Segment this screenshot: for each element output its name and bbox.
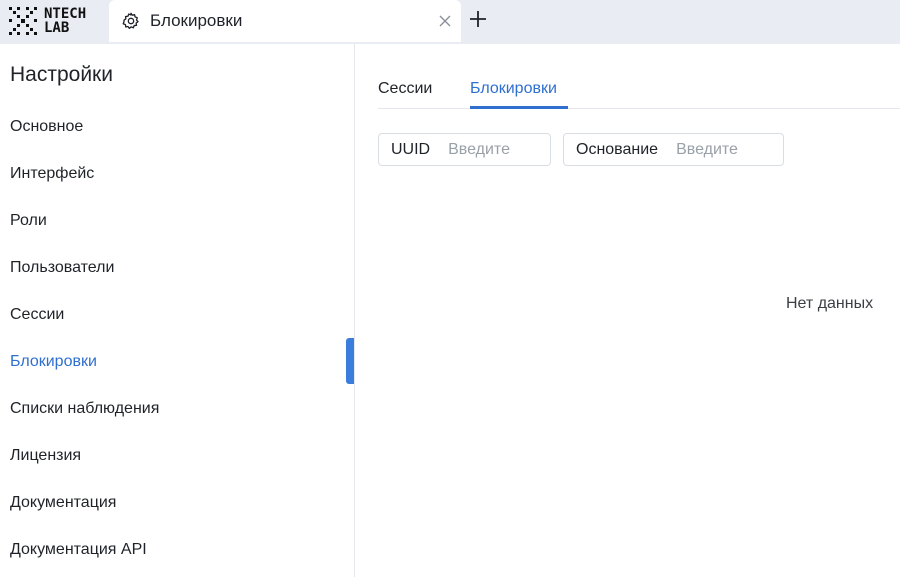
sidebar-item-documentation[interactable]: Документация	[10, 494, 116, 512]
sidebar-item-api-docs[interactable]: Документация API	[10, 541, 147, 559]
reason-input[interactable]	[676, 140, 757, 159]
active-item-indicator	[346, 338, 354, 384]
ntechlab-logo[interactable]: NTECH LAB	[8, 5, 90, 37]
sidebar-item-blocklist[interactable]: Блокировки	[10, 353, 97, 371]
uuid-filter-label: UUID	[391, 140, 431, 158]
empty-state-text: Нет данных	[786, 295, 874, 312]
main-content: Сессии Блокировки UUID Основание Нет дан…	[355, 44, 900, 577]
active-tab-underline	[470, 106, 568, 109]
tabs-divider	[378, 108, 900, 109]
reason-filter-label: Основание	[576, 140, 659, 158]
logo-text: NTECH LAB	[44, 7, 86, 35]
sidebar-item-users[interactable]: Пользователи	[10, 259, 114, 277]
logo-line-2: LAB	[44, 20, 70, 36]
sidebar-item-watch-lists[interactable]: Списки наблюдения	[10, 400, 159, 418]
uuid-filter: UUID	[378, 133, 551, 166]
tab-blocklist[interactable]: Блокировки	[470, 80, 557, 98]
logo-line-1: NTECH	[44, 6, 87, 22]
tab-sessions[interactable]: Сессии	[378, 80, 432, 98]
uuid-input[interactable]	[448, 140, 529, 159]
browser-tab-active[interactable]: Блокировки	[109, 0, 461, 42]
settings-sidebar: Настройки Основное Интерфейс Роли Пользо…	[0, 44, 355, 577]
tab-title: Блокировки	[150, 11, 243, 30]
gear-icon	[122, 12, 139, 30]
plus-icon[interactable]	[468, 8, 488, 30]
top-bar: NTECH LAB Блокировки	[0, 0, 900, 44]
sidebar-item-sessions[interactable]: Сессии	[10, 306, 64, 324]
sidebar-item-general[interactable]: Основное	[10, 118, 83, 136]
close-icon[interactable]	[436, 12, 454, 30]
sidebar-item-license[interactable]: Лицензия	[10, 447, 81, 465]
sidebar-item-interface[interactable]: Интерфейс	[10, 165, 94, 183]
logo-mark-icon	[9, 7, 37, 35]
sidebar-heading: Настройки	[10, 63, 113, 86]
reason-filter: Основание	[563, 133, 784, 166]
sidebar-item-roles[interactable]: Роли	[10, 212, 47, 230]
